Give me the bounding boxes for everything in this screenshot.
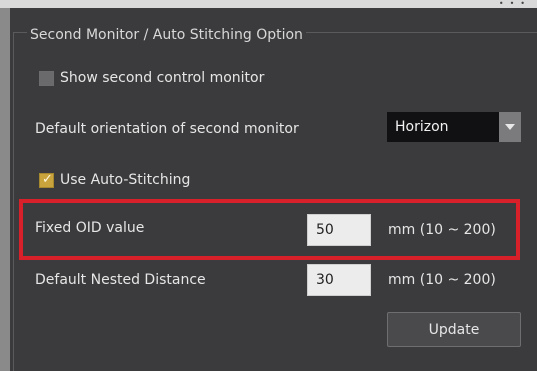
fixed-oid-unit-range: mm (10 ~ 200): [388, 222, 496, 238]
nested-distance-input[interactable]: 30: [307, 264, 371, 296]
auto-stitching-label[interactable]: Use Auto-Stitching: [60, 171, 190, 189]
update-button-label: Update: [428, 322, 480, 338]
update-button[interactable]: Update: [387, 312, 521, 347]
ellipsis-icon: •••: [498, 0, 531, 8]
nested-distance-label: Default Nested Distance: [35, 272, 206, 288]
fixed-oid-label: Fixed OID value: [35, 220, 145, 236]
checkmark-icon: ✓: [42, 172, 53, 187]
fixed-oid-input[interactable]: 50: [307, 214, 371, 246]
auto-stitching-checkbox[interactable]: ✓: [39, 172, 54, 188]
nested-distance-input-value: 30: [316, 272, 334, 288]
show-second-monitor-label[interactable]: Show second control monitor: [60, 69, 264, 87]
chevron-down-icon: [505, 124, 515, 130]
nested-distance-unit-range: mm (10 ~ 200): [388, 272, 496, 288]
orientation-label: Default orientation of second monitor: [35, 121, 299, 137]
orientation-select[interactable]: Horizon: [387, 112, 521, 142]
orientation-select-value: Horizon: [395, 119, 449, 135]
top-strip: •••: [0, 0, 537, 8]
orientation-dropdown-button[interactable]: [499, 112, 521, 142]
screenshot-root: ••• Second Monitor / Auto Stitching Opti…: [0, 0, 537, 371]
show-second-monitor-checkbox[interactable]: [39, 71, 54, 86]
group-box-title: Second Monitor / Auto Stitching Option: [27, 26, 306, 44]
fixed-oid-input-value: 50: [316, 222, 334, 238]
